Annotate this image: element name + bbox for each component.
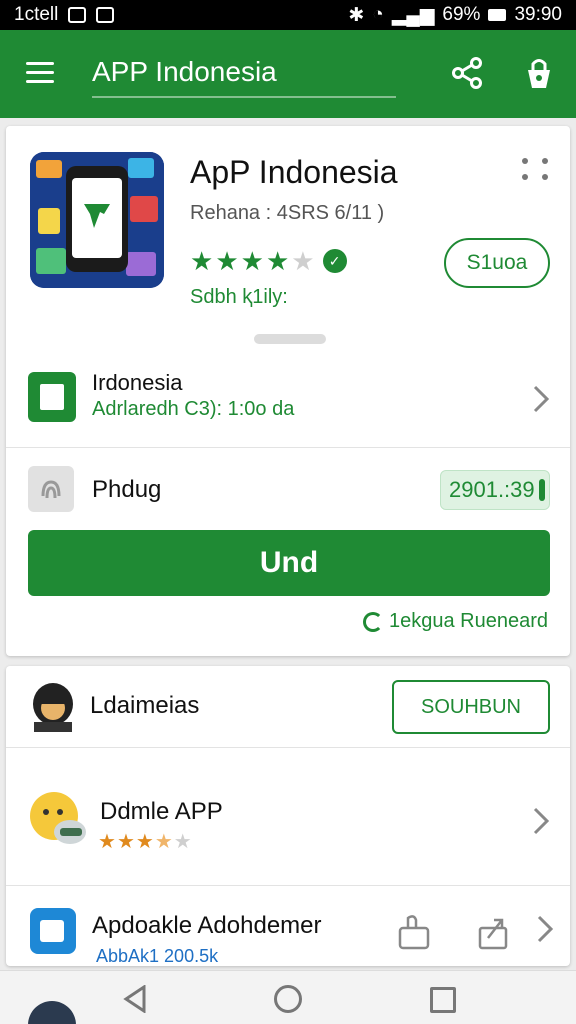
status-bar: 1ctell ✱ ◔ ▂▄▆ 69% 39:90 bbox=[0, 0, 576, 30]
document-icon bbox=[28, 372, 76, 422]
developer-row[interactable]: Ldaimeias SOUHBUN bbox=[6, 666, 570, 748]
more-icon[interactable] bbox=[522, 158, 552, 184]
verified-icon: ✓ bbox=[322, 249, 347, 273]
star-icon: ★ bbox=[215, 246, 239, 276]
share-icon[interactable] bbox=[450, 56, 484, 90]
app3-subtitle: AbbAk1 200.5k bbox=[96, 946, 219, 966]
chevron-right-icon bbox=[537, 915, 554, 943]
report-link-label: 1ekgua Rueneard bbox=[388, 610, 548, 632]
refresh-icon bbox=[362, 611, 383, 632]
star-icon: ★ bbox=[135, 831, 154, 853]
app-version: Rehana : 4SRS 6/11 ) bbox=[190, 202, 385, 224]
battery-percent: 69% bbox=[442, 4, 481, 25]
app-subtitle: Sdbh ⱪ1ily: bbox=[190, 286, 288, 308]
app-detail-card: ApP Indonesia Rehana : 4SRS 6/11 ) ★ ★ ★… bbox=[6, 126, 570, 656]
star-icon: ★ bbox=[190, 246, 214, 276]
fingerprint-icon bbox=[28, 466, 74, 512]
app3-icon bbox=[30, 908, 76, 954]
chevron-right-icon bbox=[533, 807, 550, 835]
star-icon: ★ bbox=[116, 831, 135, 853]
clock: 39:90 bbox=[514, 4, 562, 25]
recent-icon[interactable] bbox=[430, 987, 456, 1013]
back-icon[interactable] bbox=[122, 985, 148, 1013]
rating-stars: ★ ★ ★ ★ ★ ✓ bbox=[190, 248, 347, 274]
bluetooth-icon: ✱ bbox=[348, 4, 365, 26]
app-name: ApP Indonesia bbox=[190, 154, 398, 190]
drag-handle[interactable] bbox=[254, 334, 326, 344]
app2-rating-stars: ★ ★ ★ ★ ★ bbox=[98, 832, 192, 852]
star-icon: ★ bbox=[265, 246, 290, 276]
developer-name: Ldaimeias bbox=[90, 692, 200, 719]
thumbs-up-icon[interactable] bbox=[396, 912, 432, 952]
phdug-row: Phdug 2901.:39 bbox=[6, 448, 570, 532]
star-empty-icon: ★ bbox=[291, 246, 315, 276]
app-icon bbox=[30, 152, 164, 288]
chevron-right-icon bbox=[533, 385, 550, 413]
star-empty-icon: ★ bbox=[173, 831, 192, 853]
navigation-bar bbox=[0, 970, 576, 1024]
info-subtitle: Adrlaredh C3): 1:0o da bbox=[92, 398, 295, 420]
info-row[interactable]: Irdonesia Adrlaredh C3): 1:0o da bbox=[6, 352, 570, 448]
follow-button[interactable]: SOUHBUN bbox=[392, 680, 550, 734]
app-bar-title: APP Indonesia bbox=[92, 56, 277, 87]
title-underline bbox=[92, 96, 396, 98]
carrier-label: 1ctell bbox=[14, 4, 59, 25]
report-link[interactable]: 1ekgua Rueneard bbox=[362, 610, 548, 633]
share-out-icon[interactable] bbox=[476, 912, 512, 952]
notification-icon bbox=[68, 7, 87, 23]
home-icon[interactable] bbox=[274, 985, 302, 1013]
app3-name: Apdoakle Adohdemer bbox=[92, 912, 322, 939]
status-button[interactable]: S1uoa bbox=[444, 238, 550, 288]
list-item[interactable]: Apdoakle Adohdemer AbbAk1 200.5k bbox=[6, 886, 570, 966]
emoji-icon bbox=[30, 792, 86, 844]
info-title: Irdonesia bbox=[92, 370, 183, 395]
phdug-label: Phdug bbox=[92, 476, 162, 503]
avatar bbox=[28, 1001, 76, 1024]
star-icon: ★ bbox=[240, 246, 264, 276]
install-button[interactable]: Und bbox=[28, 530, 550, 596]
signal-icon: ▂▄▆ bbox=[391, 4, 435, 26]
message-icon bbox=[96, 7, 115, 23]
star-half-icon: ★ bbox=[154, 831, 173, 853]
battery-icon bbox=[488, 9, 507, 21]
wifi-icon: ◔ bbox=[372, 4, 384, 25]
menu-icon[interactable] bbox=[26, 62, 54, 84]
size-badge: 2901.:39 bbox=[440, 470, 550, 510]
app2-name: Ddmle APP bbox=[100, 798, 223, 825]
bag-icon[interactable] bbox=[522, 56, 556, 92]
list-item[interactable]: Ddmle APP ★ ★ ★ ★ ★ bbox=[6, 748, 570, 886]
star-icon: ★ bbox=[98, 831, 116, 853]
app-bar: APP Indonesia bbox=[0, 30, 576, 118]
avatar bbox=[33, 683, 73, 732]
app-icon-graphic bbox=[30, 152, 164, 288]
related-card: Ldaimeias SOUHBUN Ddmle APP ★ ★ ★ ★ ★ Ap… bbox=[6, 666, 570, 966]
